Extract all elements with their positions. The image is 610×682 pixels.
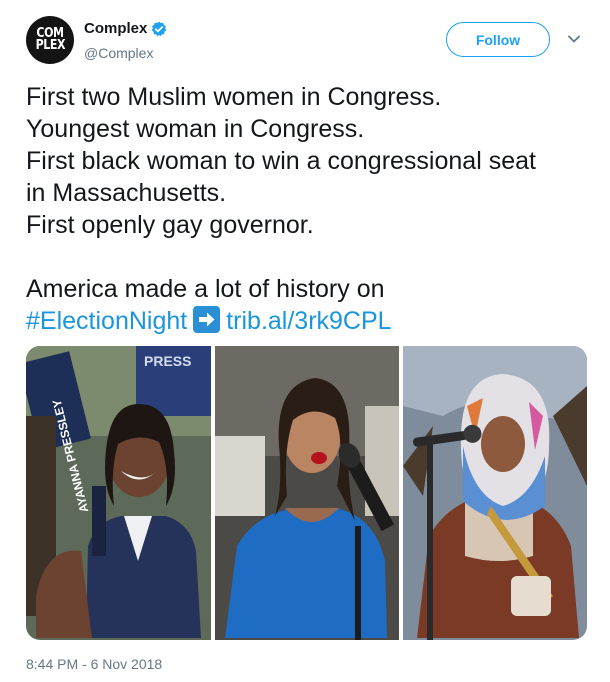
avatar[interactable]: COM PLEX xyxy=(26,16,74,64)
tweet-closing-line: America made a lot of history on xyxy=(26,275,385,303)
chevron-down-icon[interactable] xyxy=(567,34,581,44)
tweet-line: First openly gay governor. xyxy=(26,211,314,239)
tweet-line: in Massachusetts. xyxy=(26,179,227,207)
press-sign-text: PRESS xyxy=(144,353,191,369)
tweet-line: First two Muslim women in Congress. xyxy=(26,83,442,111)
media-grid: PRESS AYANNA PRESSLEY xyxy=(26,346,587,640)
hashtag-link[interactable]: #ElectionNight xyxy=(26,307,187,335)
photo-3[interactable] xyxy=(403,346,587,640)
photo-1[interactable]: PRESS AYANNA PRESSLEY xyxy=(26,346,211,640)
tweet: COM PLEX Complex @Complex Follow First t… xyxy=(0,0,610,682)
tweet-line: First black woman to win a congressional… xyxy=(26,147,536,175)
display-name[interactable]: Complex xyxy=(84,20,147,37)
tweet-line: Youngest woman in Congress. xyxy=(26,115,365,143)
tweet-text: First two Muslim women in Congress. Youn… xyxy=(26,81,596,337)
name-row: Complex xyxy=(84,20,167,37)
tweet-link-line: #ElectionNight trib.al/3rk9CPL xyxy=(26,305,596,337)
follow-button[interactable]: Follow xyxy=(446,22,550,57)
photo-2[interactable] xyxy=(215,346,399,640)
url-link[interactable]: trib.al/3rk9CPL xyxy=(226,307,391,335)
user-handle[interactable]: @Complex xyxy=(84,45,153,61)
right-arrow-icon xyxy=(193,306,221,333)
avatar-text-bottom: PLEX xyxy=(35,38,65,53)
timestamp[interactable]: 8:44 PM - 6 Nov 2018 xyxy=(26,656,162,672)
verified-badge-icon xyxy=(151,21,167,37)
